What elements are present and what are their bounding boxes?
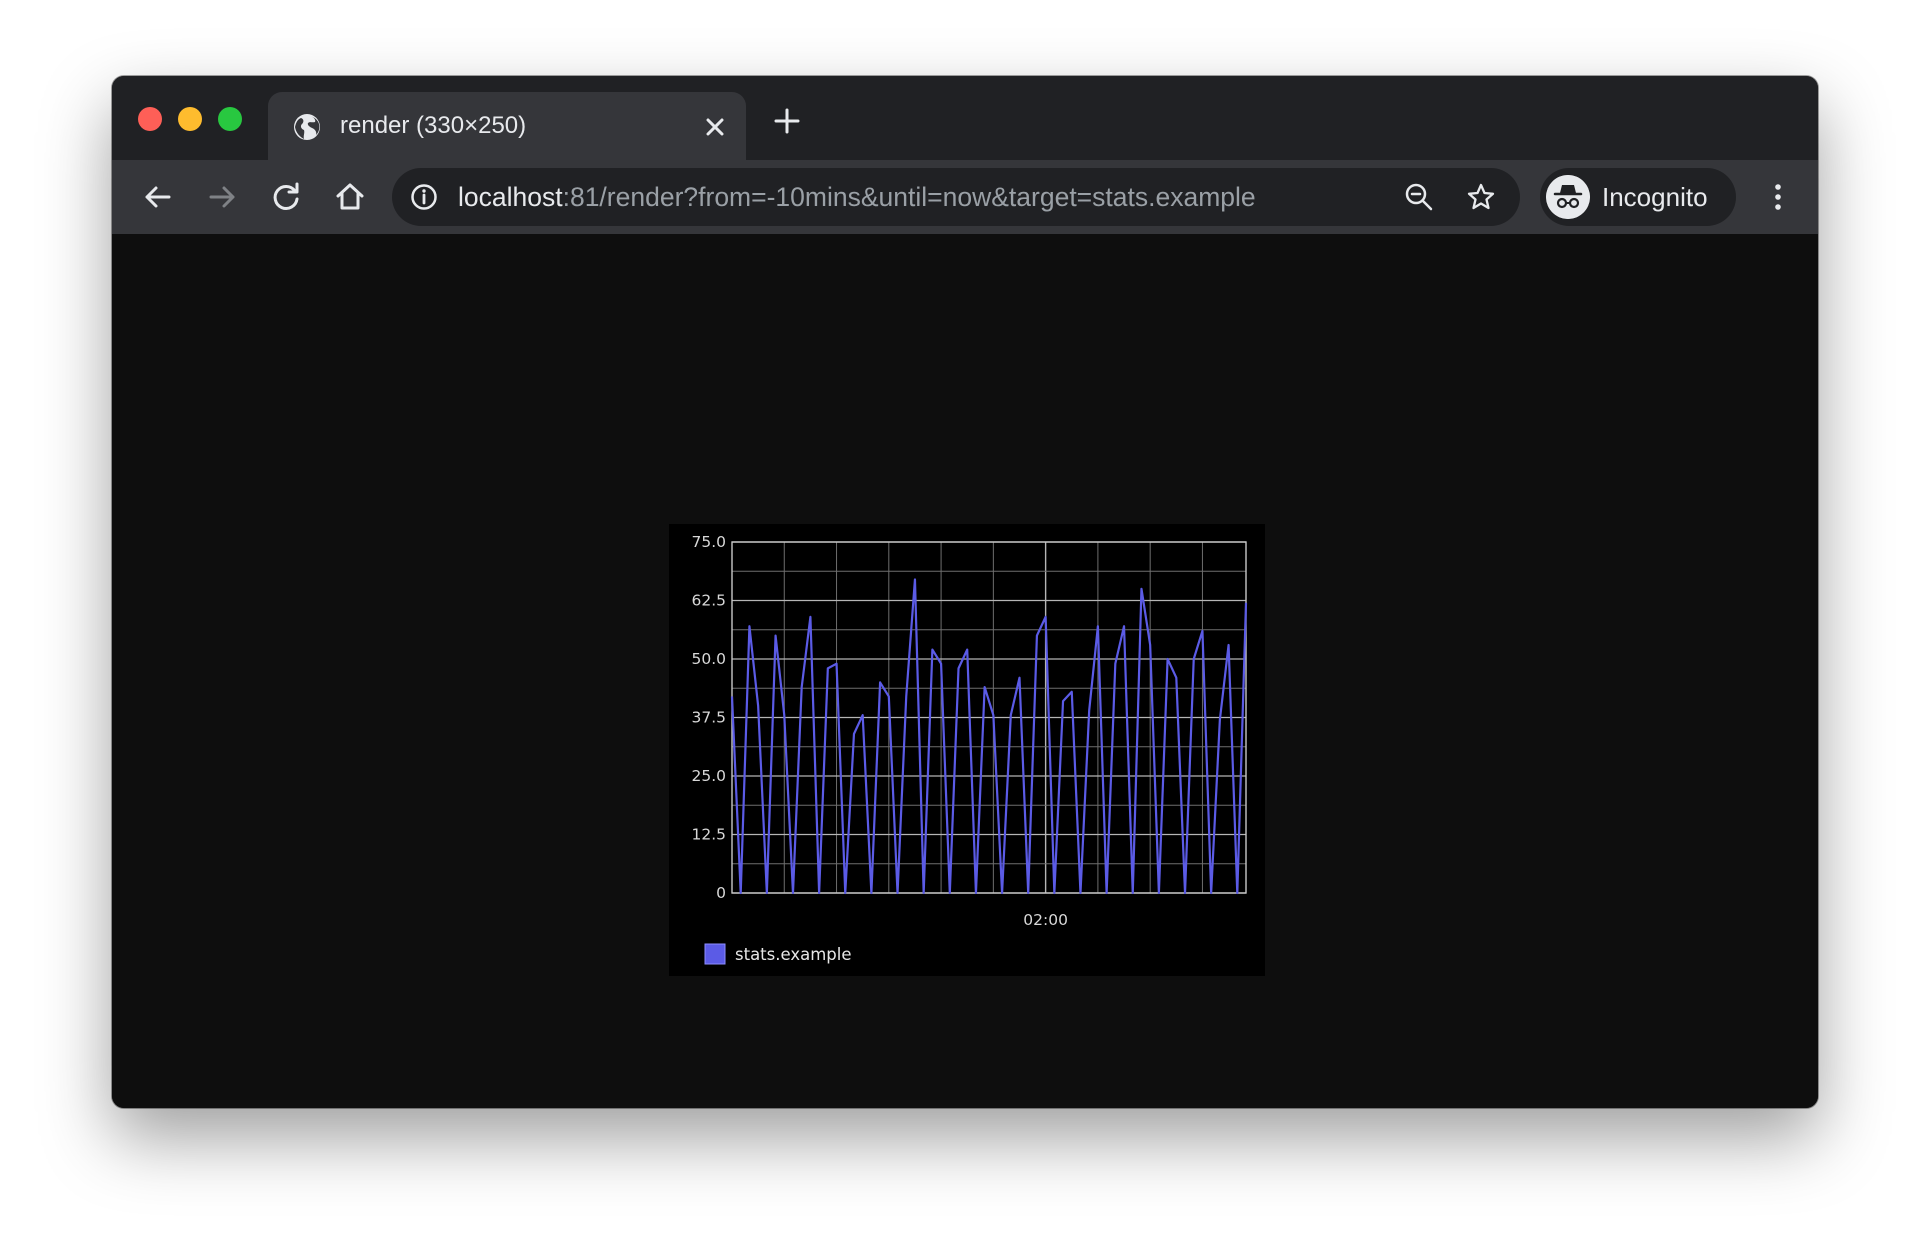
y-tick-label: 62.5 [691,592,726,610]
reload-icon[interactable] [268,179,304,215]
incognito-icon [1546,175,1590,219]
incognito-label: Incognito [1602,182,1708,212]
active-tab[interactable]: render (330×250) [268,92,746,160]
y-tick-label: 75.0 [691,533,726,551]
tab-title: render (330×250) [340,112,527,139]
title-bar: render (330×250) [112,76,1818,160]
y-tick-label: 0 [716,884,726,902]
y-tick-label: 25.0 [691,767,726,785]
y-tick-label: 50.0 [691,650,726,668]
close-window-button[interactable] [138,107,162,131]
zoom-icon[interactable] [1404,182,1434,212]
url-host: localhost [458,182,563,212]
line-chart: 012.525.037.550.062.575.0 02:0002:05 sta… [691,533,1248,965]
y-tick-label: 12.5 [691,826,726,844]
legend-swatch [704,943,726,965]
kebab-menu-icon[interactable] [1760,179,1796,215]
forward-icon[interactable] [204,179,240,215]
globe-icon [294,114,320,140]
incognito-profile-button[interactable]: Incognito [1540,168,1736,226]
back-icon[interactable] [140,179,176,215]
url-path: :81/render?from=-10mins&until=now&target… [562,182,1256,212]
graph-image: 012.525.037.550.062.575.0 02:0002:05 sta… [669,524,1265,976]
info-icon[interactable] [410,183,438,211]
maximize-window-button[interactable] [218,107,242,131]
address-bar[interactable]: localhost:81/render?from=-10mins&until=n… [392,168,1520,226]
y-tick-label: 37.5 [691,709,726,727]
browser-window: render (330×250) localhost:81/render?fro… [112,76,1818,1108]
page-content: 012.525.037.550.062.575.0 02:0002:05 sta… [112,234,1818,1108]
close-icon[interactable] [700,112,730,142]
home-icon[interactable] [332,179,368,215]
series-line-stats-example [730,578,1248,895]
x-tick-label: 02:00 [1023,911,1068,929]
minimize-window-button[interactable] [178,107,202,131]
legend-label: stats.example [735,945,852,964]
plus-icon[interactable] [772,106,802,136]
toolbar: localhost:81/render?from=-10mins&until=n… [112,160,1818,234]
star-icon[interactable] [1466,182,1496,212]
url-text[interactable]: localhost:81/render?from=-10mins&until=n… [458,180,1256,214]
